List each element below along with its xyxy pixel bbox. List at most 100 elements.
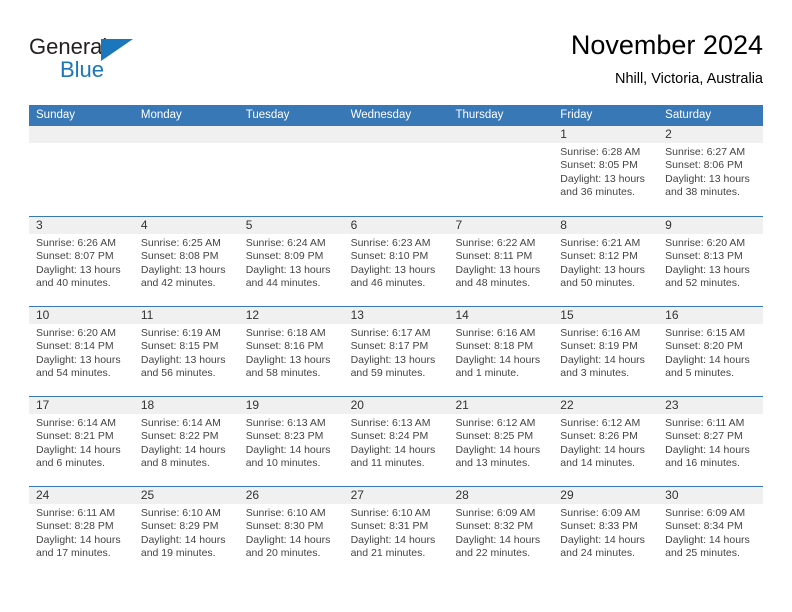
sunset-time: Sunset: 8:19 PM: [560, 340, 638, 353]
calendar-day-cell[interactable]: 28 Sunrise: 6:09 AM Sunset: 8:32 PM Dayligh…: [448, 487, 554, 576]
day-sun-info: Sunrise: 6:13 AM Sunset: 8:24 PM Daylight:…: [344, 414, 449, 471]
daylight-duration-line1: Daylight: 13 hours: [455, 263, 541, 276]
day-sun-info: Sunrise: 6:13 AM Sunset: 8:23 PM Daylight:…: [239, 414, 344, 471]
day-sun-info: Sunrise: 6:18 AM Sunset: 8:16 PM Daylight:…: [239, 324, 344, 381]
daylight-duration-line1: Daylight: 14 hours: [455, 533, 541, 546]
calendar-day-cell[interactable]: 17 Sunrise: 6:14 AM Sunset: 8:21 PM Dayligh…: [29, 397, 134, 486]
sunrise-time: Sunrise: 6:13 AM: [350, 417, 431, 429]
daylight-duration-line1: Daylight: 14 hours: [140, 533, 226, 546]
sunset-time: Sunset: 8:20 PM: [665, 340, 743, 353]
sunset-time: Sunset: 8:22 PM: [140, 430, 219, 443]
daylight-duration-line1: Daylight: 13 hours: [36, 353, 121, 366]
day-number: 17: [29, 397, 134, 414]
day-sun-info: Sunrise: 6:16 AM Sunset: 8:18 PM Daylight:…: [448, 324, 553, 381]
daylight-duration-line2: and 54 minutes.: [36, 367, 111, 380]
calendar-day-cell[interactable]: 12 Sunrise: 6:18 AM Sunset: 8:16 PM Dayligh…: [238, 307, 344, 396]
day-sun-info: Sunrise: 6:20 AM Sunset: 8:14 PM Daylight:…: [29, 324, 134, 381]
day-sun-info: Sunrise: 6:11 AM Sunset: 8:27 PM Daylight:…: [658, 414, 763, 471]
calendar-day-cell[interactable]: 13 Sunrise: 6:17 AM Sunset: 8:17 PM Dayligh…: [343, 307, 449, 396]
daylight-duration-line1: Daylight: 14 hours: [665, 353, 750, 366]
calendar-day-cell[interactable]: 1 Sunrise: 6:28 AM Sunset: 8:05 PM Daylight…: [553, 126, 659, 216]
day-number: 18: [133, 397, 239, 414]
sunrise-time: Sunrise: 6:10 AM: [245, 507, 326, 519]
calendar-day-cell[interactable]: 9 Sunrise: 6:20 AM Sunset: 8:13 PM Daylight…: [658, 217, 764, 306]
sunrise-time: Sunrise: 6:20 AM: [665, 237, 746, 249]
day-sun-info: Sunrise: 6:12 AM Sunset: 8:25 PM Daylight:…: [448, 414, 553, 471]
day-sun-info: Sunrise: 6:09 AM Sunset: 8:33 PM Daylight:…: [553, 504, 658, 561]
calendar-day-cell[interactable]: 25 Sunrise: 6:10 AM Sunset: 8:29 PM Dayligh…: [133, 487, 239, 576]
sunrise-time: Sunrise: 6:28 AM: [560, 146, 641, 158]
calendar-day-cell[interactable]: 27 Sunrise: 6:10 AM Sunset: 8:31 PM Dayligh…: [343, 487, 449, 576]
calendar-day-cell[interactable]: 26 Sunrise: 6:10 AM Sunset: 8:30 PM Dayligh…: [238, 487, 344, 576]
daylight-duration-line1: Daylight: 14 hours: [560, 443, 645, 456]
day-number: 6: [343, 217, 449, 234]
daylight-duration-line2: and 36 minutes.: [560, 186, 636, 199]
daylight-duration-line1: Daylight: 14 hours: [245, 443, 331, 456]
calendar-day-cell[interactable]: 30 Sunrise: 6:09 AM Sunset: 8:34 PM Dayligh…: [658, 487, 764, 576]
sunrise-time: Sunrise: 6:19 AM: [140, 327, 221, 339]
calendar-day-cell[interactable]: 10 Sunrise: 6:20 AM Sunset: 8:14 PM Dayligh…: [29, 307, 134, 396]
sunrise-time: Sunrise: 6:27 AM: [665, 146, 746, 158]
weekday-header-monday: Monday: [140, 109, 182, 121]
calendar-day-cell[interactable]: 22 Sunrise: 6:12 AM Sunset: 8:26 PM Dayligh…: [553, 397, 659, 486]
general-blue-logo[interactable]: General Blue: [29, 34, 259, 92]
calendar-day-cell[interactable]: 23 Sunrise: 6:11 AM Sunset: 8:27 PM Dayligh…: [658, 397, 764, 486]
calendar-day-cell[interactable]: 5 Sunrise: 6:24 AM Sunset: 8:09 PM Daylight…: [238, 217, 344, 306]
daylight-duration-line2: and 52 minutes.: [665, 277, 740, 290]
calendar-day-cell[interactable]: 4 Sunrise: 6:25 AM Sunset: 8:08 PM Daylight…: [133, 217, 239, 306]
page-title: November 2024: [570, 30, 763, 60]
calendar-day-cell[interactable]: 19 Sunrise: 6:13 AM Sunset: 8:23 PM Dayligh…: [238, 397, 344, 486]
daylight-duration-line1: Daylight: 14 hours: [455, 353, 541, 366]
calendar-day-cell[interactable]: 6 Sunrise: 6:23 AM Sunset: 8:10 PM Daylight…: [343, 217, 449, 306]
day-number: 12: [238, 307, 344, 324]
sunrise-time: Sunrise: 6:10 AM: [350, 507, 431, 519]
calendar-day-cell[interactable]: 24 Sunrise: 6:11 AM Sunset: 8:28 PM Dayligh…: [29, 487, 134, 576]
calendar-day-cell[interactable]: 7 Sunrise: 6:22 AM Sunset: 8:11 PM Daylight…: [448, 217, 554, 306]
daylight-duration-line2: and 21 minutes.: [350, 547, 426, 560]
calendar-day-cell[interactable]: 2 Sunrise: 6:27 AM Sunset: 8:06 PM Daylight…: [658, 126, 764, 216]
daylight-duration-line2: and 8 minutes.: [140, 457, 210, 470]
daylight-duration-line2: and 38 minutes.: [665, 186, 740, 199]
page-header: General Blue November 2024 Nhill, Victor…: [29, 28, 763, 98]
sunrise-time: Sunrise: 6:09 AM: [560, 507, 641, 519]
sunrise-time: Sunrise: 6:26 AM: [36, 237, 116, 249]
day-sun-info: Sunrise: 6:10 AM Sunset: 8:30 PM Daylight:…: [239, 504, 344, 561]
calendar-day-cell[interactable]: 29 Sunrise: 6:09 AM Sunset: 8:33 PM Dayligh…: [553, 487, 659, 576]
calendar-day-cell-empty: [29, 126, 134, 216]
day-sun-info: Sunrise: 6:10 AM Sunset: 8:29 PM Daylight:…: [134, 504, 239, 561]
sunrise-time: Sunrise: 6:20 AM: [36, 327, 116, 339]
day-number: [238, 126, 344, 143]
daylight-duration-line1: Daylight: 13 hours: [665, 263, 750, 276]
sunrise-time: Sunrise: 6:24 AM: [245, 237, 326, 249]
daylight-duration-line1: Daylight: 14 hours: [665, 533, 750, 546]
daylight-duration-line2: and 6 minutes.: [36, 457, 105, 470]
calendar-day-cell[interactable]: 18 Sunrise: 6:14 AM Sunset: 8:22 PM Dayligh…: [133, 397, 239, 486]
calendar-day-cell[interactable]: 21 Sunrise: 6:12 AM Sunset: 8:25 PM Dayligh…: [448, 397, 554, 486]
calendar-day-cell[interactable]: 20 Sunrise: 6:13 AM Sunset: 8:24 PM Dayligh…: [343, 397, 449, 486]
calendar-day-cell[interactable]: 16 Sunrise: 6:15 AM Sunset: 8:20 PM Dayligh…: [658, 307, 764, 396]
daylight-duration-line1: Daylight: 13 hours: [245, 263, 331, 276]
day-sun-info: Sunrise: 6:09 AM Sunset: 8:34 PM Daylight:…: [658, 504, 763, 561]
daylight-duration-line2: and 56 minutes.: [140, 367, 216, 380]
sunrise-time: Sunrise: 6:17 AM: [350, 327, 431, 339]
calendar-day-cell[interactable]: 11 Sunrise: 6:19 AM Sunset: 8:15 PM Dayligh…: [133, 307, 239, 396]
daylight-duration-line1: Daylight: 14 hours: [350, 443, 436, 456]
calendar-week-row: 3 Sunrise: 6:26 AM Sunset: 8:07 PM Daylight…: [29, 216, 764, 306]
daylight-duration-line2: and 59 minutes.: [350, 367, 426, 380]
weekday-header-sunday: Sunday: [36, 109, 76, 121]
calendar-weeks: 1 Sunrise: 6:28 AM Sunset: 8:05 PM Daylight…: [29, 126, 764, 576]
sunrise-time: Sunrise: 6:13 AM: [245, 417, 326, 429]
calendar-day-cell[interactable]: 15 Sunrise: 6:16 AM Sunset: 8:19 PM Dayligh…: [553, 307, 659, 396]
calendar-day-cell[interactable]: 3 Sunrise: 6:26 AM Sunset: 8:07 PM Daylight…: [29, 217, 134, 306]
sunrise-time: Sunrise: 6:11 AM: [36, 507, 116, 519]
calendar-day-cell-empty: [238, 126, 344, 216]
daylight-duration-line1: Daylight: 13 hours: [560, 263, 645, 276]
sunrise-time: Sunrise: 6:09 AM: [455, 507, 536, 519]
day-number: 10: [29, 307, 134, 324]
sunset-time: Sunset: 8:33 PM: [560, 520, 638, 533]
weekday-header-saturday: Saturday: [665, 109, 712, 121]
calendar-day-cell[interactable]: 8 Sunrise: 6:21 AM Sunset: 8:12 PM Daylight…: [553, 217, 659, 306]
sunrise-time: Sunrise: 6:25 AM: [140, 237, 221, 249]
calendar-day-cell[interactable]: 14 Sunrise: 6:16 AM Sunset: 8:18 PM Dayligh…: [448, 307, 554, 396]
day-number: 9: [658, 217, 764, 234]
